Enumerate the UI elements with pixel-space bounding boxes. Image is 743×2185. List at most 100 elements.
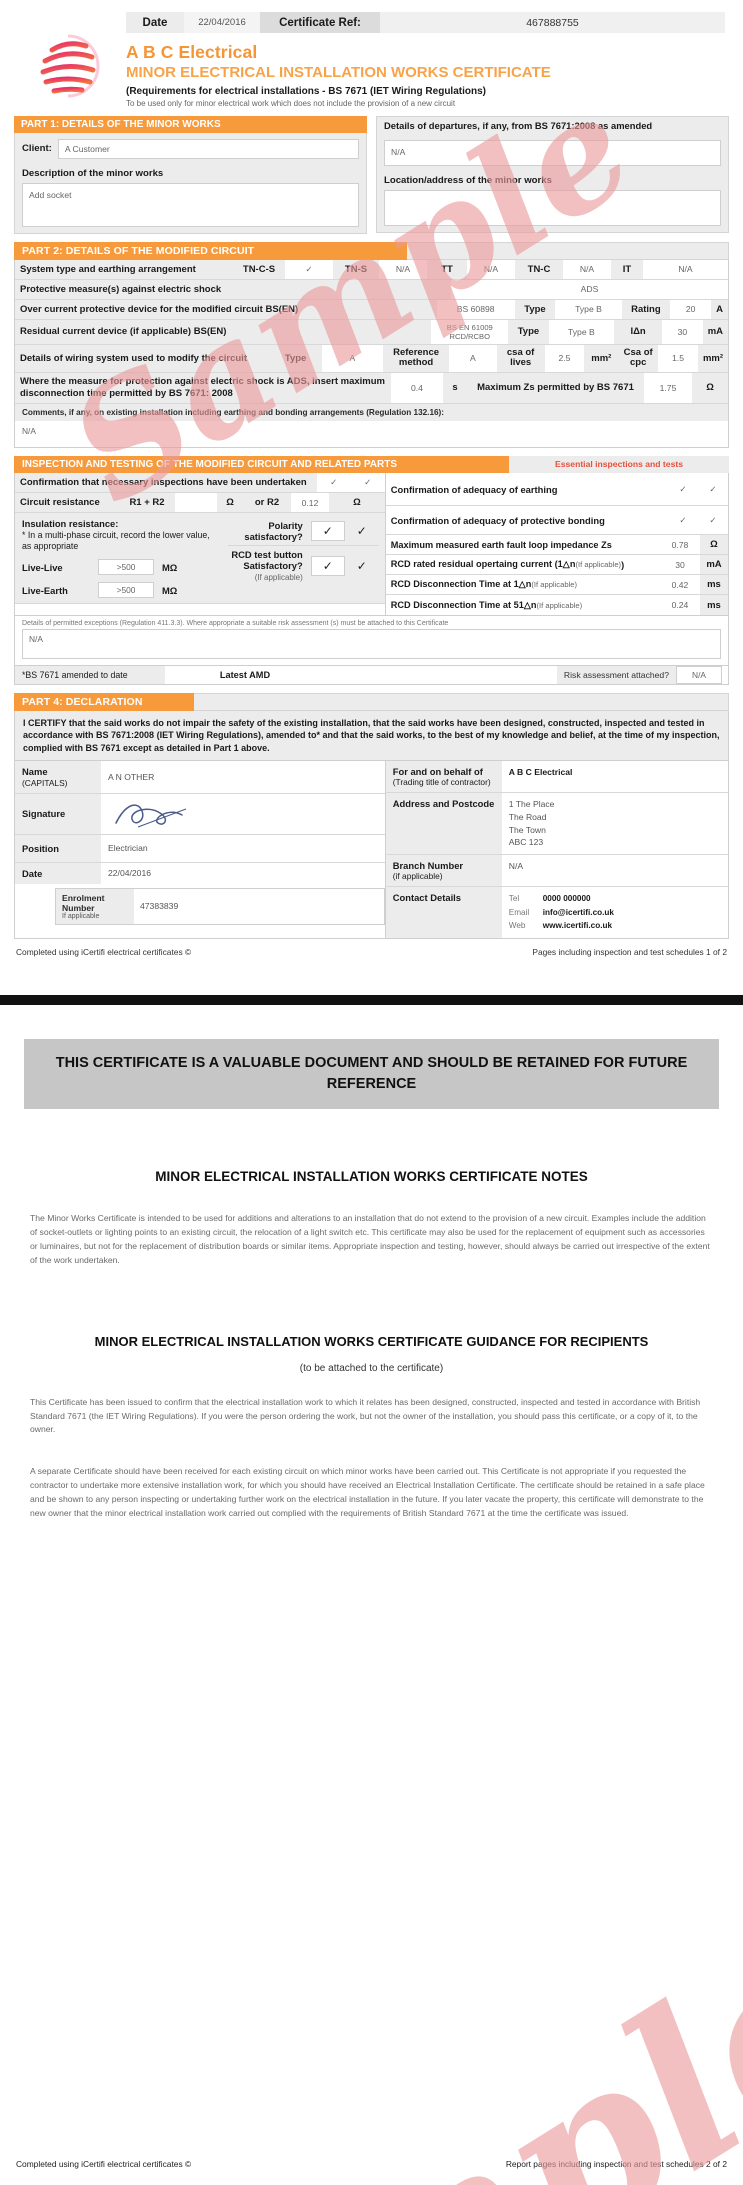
branch-note: (if applicable)	[392, 871, 443, 882]
certificate-ref-value: 467888755	[380, 12, 725, 33]
description-value[interactable]: Add socket	[22, 182, 359, 227]
rcd-idn-label: IΔn	[614, 319, 663, 344]
name-label: Name	[22, 765, 48, 777]
earthing-v2[interactable]: ✓	[697, 473, 728, 506]
r1r2-value[interactable]	[175, 493, 217, 513]
confirm-inspections-v1[interactable]: ✓	[316, 473, 351, 493]
footer2-right: Report pages including inspection and te…	[505, 2158, 727, 2169]
part3-right-column: Confirmation of adequacy of earthing ✓ ✓…	[385, 473, 728, 616]
risk-assessment-value[interactable]: N/A	[676, 666, 722, 685]
earthing-v1[interactable]: ✓	[667, 473, 698, 506]
csa-lives-label: csa of lives	[496, 344, 545, 372]
ads-time-unit: s	[443, 372, 467, 404]
enrolment-value[interactable]: 47383839	[134, 888, 384, 924]
rcd-idn-value[interactable]: 30	[662, 319, 703, 344]
address-value[interactable]: 1 The Place The Road The Town ABC 123	[501, 792, 728, 855]
rcd-button-v2[interactable]: ✓	[345, 559, 379, 573]
amended-value[interactable]: Latest AMD	[165, 666, 325, 685]
polarity-v2[interactable]: ✓	[345, 524, 379, 538]
part3-table: Confirmation that necessary inspections …	[14, 473, 729, 617]
csa-cpc-value[interactable]: 1.5	[658, 344, 698, 372]
protective-measure-value[interactable]: ADS	[451, 279, 728, 299]
address-label: Address and Postcode	[385, 792, 502, 855]
r1r2-label: R1 + R2	[119, 493, 175, 513]
name-value[interactable]: A N OTHER	[101, 760, 385, 793]
protective-measure-row: Protective measure(s) against electric s…	[15, 279, 728, 300]
enrolment-row: Enrolment Number If applicable 47383839	[55, 887, 385, 925]
contact-web-label: Web	[508, 921, 526, 931]
rcd-idn-unit: mA	[702, 319, 729, 344]
ocpd-bsen-value[interactable]: BS 60898	[436, 299, 515, 319]
behalf-value[interactable]: A B C Electrical	[501, 760, 728, 792]
location-value[interactable]	[384, 189, 721, 226]
bonding-v1[interactable]: ✓	[667, 506, 698, 535]
enrolment-note: If applicable	[62, 912, 100, 920]
insulation-label: Insulation resistance:	[22, 518, 119, 530]
rcd-button-v1[interactable]: ✓	[310, 555, 345, 576]
csa-cpc-unit: mm²	[697, 344, 728, 372]
essential-tests-label: Essential inspections and tests	[509, 456, 729, 474]
position-value[interactable]: Electrician	[101, 834, 385, 862]
wiring-type-label: Type	[269, 344, 322, 372]
rcd-dt1-note: (If applicable)	[531, 580, 577, 590]
system-it-value[interactable]: N/A	[643, 259, 728, 279]
polarity-label: Polarity satisfactory?	[244, 520, 303, 543]
system-tt-value[interactable]: N/A	[467, 259, 515, 279]
exceptions-value[interactable]: N/A	[22, 629, 721, 660]
branch-value[interactable]: N/A	[501, 855, 728, 887]
r2-value[interactable]: 0.12	[291, 493, 329, 513]
system-tnc-value[interactable]: N/A	[563, 259, 611, 279]
polarity-v1[interactable]: ✓	[310, 521, 345, 542]
contact-email-value[interactable]: info@icertifi.co.uk	[543, 908, 614, 917]
client-value[interactable]: A Customer	[57, 138, 359, 159]
part2-table: System type and earthing arrangement TN-…	[14, 259, 729, 449]
system-tns-label: TN-S	[333, 259, 379, 279]
departures-value[interactable]: N/A	[384, 139, 721, 166]
earthing-row: Confirmation of adequacy of earthing ✓ ✓	[385, 473, 728, 507]
ads-time-value[interactable]: 0.4	[391, 372, 443, 404]
confirm-inspections-v2[interactable]: ✓	[350, 473, 385, 493]
live-earth-value[interactable]: >500	[98, 582, 154, 599]
signature-scribble-icon	[115, 804, 187, 828]
bonding-v2[interactable]: ✓	[697, 506, 728, 535]
behalf-label: For and on behalf of	[392, 765, 483, 777]
zs-row: Maximum measured earth fault loop impeda…	[385, 535, 728, 556]
date-value[interactable]: 22/04/2016	[101, 862, 385, 884]
reference-method-value[interactable]: A	[448, 344, 497, 372]
ocpd-rating-label: Rating	[621, 299, 671, 319]
comments-value[interactable]: N/A	[15, 421, 728, 448]
rcd-button-row: RCD test button Satisfactory? (If applic…	[228, 546, 379, 585]
certificate-page-1: Sample Date 22/04/2016 Certificate Ref: …	[0, 0, 743, 971]
system-tncs-value[interactable]: ✓	[285, 259, 333, 279]
live-live-label: Live-Live	[22, 561, 63, 573]
rcd-bsen-value[interactable]: BS EN 61009 RCD/RCBO	[431, 319, 509, 344]
ocpd-rating-value[interactable]: 20	[670, 299, 712, 319]
insulation-resistance-row: Insulation resistance: * In a multi-phas…	[15, 513, 385, 605]
page1-footer: Completed using iCertifi electrical cert…	[0, 939, 743, 957]
rcd-row: Residual current device (if applicable) …	[15, 319, 729, 345]
rcd-dt5-value[interactable]: 0.24	[659, 595, 700, 616]
part1-right: Details of departures, if any, from BS 7…	[376, 115, 729, 234]
live-live-value[interactable]: >500	[98, 559, 154, 576]
zs-value[interactable]: 0.78	[659, 535, 700, 555]
csa-lives-value[interactable]: 2.5	[544, 344, 585, 372]
ocpd-type-value[interactable]: Type B	[555, 299, 622, 319]
contact-web-value[interactable]: www.icertifi.co.uk	[543, 921, 612, 930]
system-tns-value[interactable]: N/A	[379, 259, 427, 279]
footer1-left: Completed using iCertifi electrical cert…	[16, 946, 192, 957]
guidance-paragraph-2: A separate Certificate should have been …	[30, 1466, 705, 1519]
rcd-dt1-value[interactable]: 0.42	[659, 575, 700, 595]
client-label: Client:	[22, 143, 52, 155]
bonding-row: Confirmation of adequacy of protective b…	[385, 506, 728, 536]
part3-section: INSPECTION AND TESTING OF THE MODIFIED C…	[14, 456, 729, 686]
comments-row: Comments, if any, on existing installati…	[15, 404, 728, 448]
rcd-type-value[interactable]: Type B	[548, 319, 615, 344]
max-zs-value[interactable]: 1.75	[644, 372, 692, 404]
part2-bar-filler	[407, 241, 729, 260]
contact-tel-value[interactable]: 0000 000000	[543, 894, 591, 903]
signature-value[interactable]	[101, 793, 385, 834]
wiring-type-value[interactable]: A	[321, 344, 384, 372]
rcd-current-value[interactable]: 30	[659, 555, 700, 575]
or-r2-label: or R2	[243, 493, 291, 513]
ads-row: Where the measure for protection against…	[15, 372, 728, 405]
